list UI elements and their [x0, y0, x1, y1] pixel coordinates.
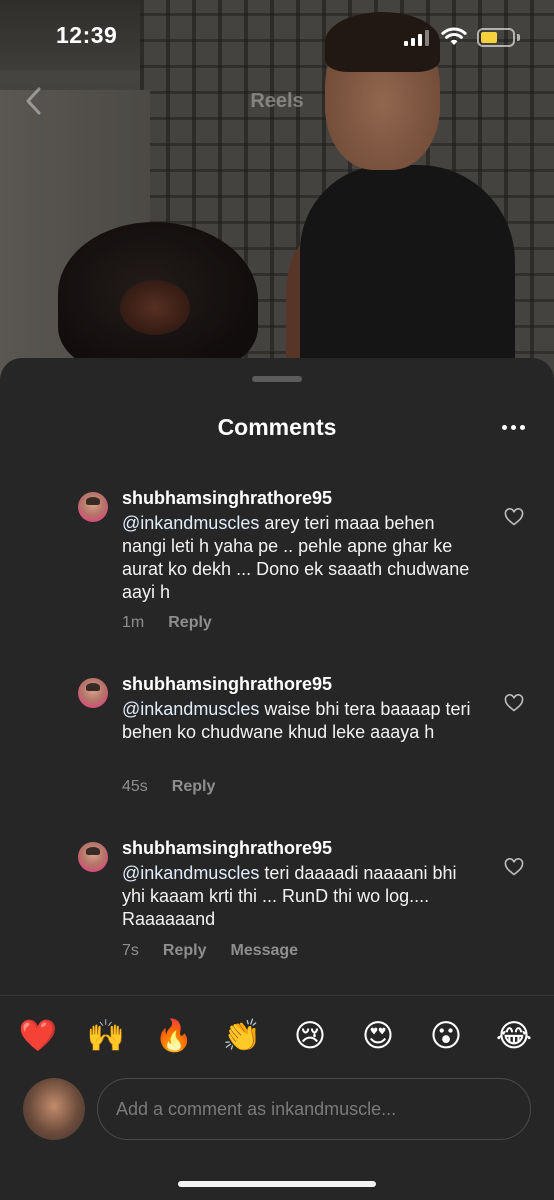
comment-text: @inkandmuscles arey teri maaa behen nang… — [122, 513, 470, 602]
reply-button[interactable]: Reply — [168, 614, 212, 631]
emoji-fire[interactable]: 🔥 — [154, 1016, 194, 1056]
comment-mention[interactable]: @inkandmuscles — [122, 863, 259, 883]
comments-sheet: Comments shubhamsinghrathore95 @inkandmu… — [0, 358, 554, 1200]
status-time: 12:39 — [56, 22, 118, 48]
sheet-title: Comments — [217, 414, 337, 440]
status-bar: 12:39 — [0, 0, 554, 70]
comment-meta: 7s Reply Message — [122, 942, 322, 960]
commenter-avatar[interactable] — [78, 678, 108, 708]
battery-icon — [477, 28, 515, 47]
like-heart-icon[interactable] — [504, 858, 524, 876]
commenter-avatar[interactable] — [78, 842, 108, 872]
comment-time: 7s — [122, 942, 139, 959]
comment-meta: 1m Reply — [122, 614, 236, 632]
emoji-surprised-face[interactable]: 😮 — [426, 1016, 466, 1056]
emoji-heart-eyes[interactable]: 😍 — [358, 1016, 398, 1056]
reply-button[interactable]: Reply — [163, 942, 207, 959]
comment-username[interactable]: shubhamsinghrathore95 — [122, 488, 332, 509]
more-options-icon[interactable] — [500, 416, 528, 440]
cellular-signal-icon — [404, 30, 429, 46]
message-button[interactable]: Message — [230, 942, 298, 959]
comment-text: @inkandmuscles teri daaaadi naaaani bhi … — [122, 863, 457, 929]
commenter-avatar[interactable] — [78, 492, 108, 522]
comment-time: 1m — [122, 614, 145, 631]
like-heart-icon[interactable] — [504, 694, 524, 712]
wifi-icon — [441, 27, 467, 45]
comment-username[interactable]: shubhamsinghrathore95 — [122, 838, 332, 859]
emoji-clapping-hands[interactable]: 👏 — [222, 1016, 262, 1056]
comment-mention[interactable]: @inkandmuscles — [122, 699, 259, 719]
comment-mention[interactable]: @inkandmuscles — [122, 513, 259, 533]
my-avatar — [23, 1078, 85, 1140]
reels-title: Reels — [250, 90, 304, 112]
emoji-crying-face[interactable]: 😢 — [290, 1016, 330, 1056]
sheet-grabber[interactable] — [252, 376, 302, 382]
comment-input[interactable] — [97, 1078, 531, 1140]
emoji-red-heart[interactable]: ❤️ — [18, 1016, 58, 1056]
comment-username[interactable]: shubhamsinghrathore95 — [122, 674, 332, 695]
comment-time: 45s — [122, 778, 148, 795]
home-indicator — [178, 1181, 376, 1187]
like-heart-icon[interactable] — [504, 508, 524, 526]
comment-text: @inkandmuscles waise bhi tera baaaap ter… — [122, 699, 471, 742]
emoji-bar-divider — [0, 995, 554, 996]
emoji-tears-of-joy[interactable]: 😂 — [494, 1016, 534, 1056]
reels-comments-screen: 12:39 Reels Comments shubhamsinghrathore… — [0, 0, 554, 1200]
emoji-raising-hands[interactable]: 🙌 — [86, 1016, 126, 1056]
comment-meta: 45s Reply — [122, 778, 239, 796]
reply-button[interactable]: Reply — [172, 778, 216, 795]
